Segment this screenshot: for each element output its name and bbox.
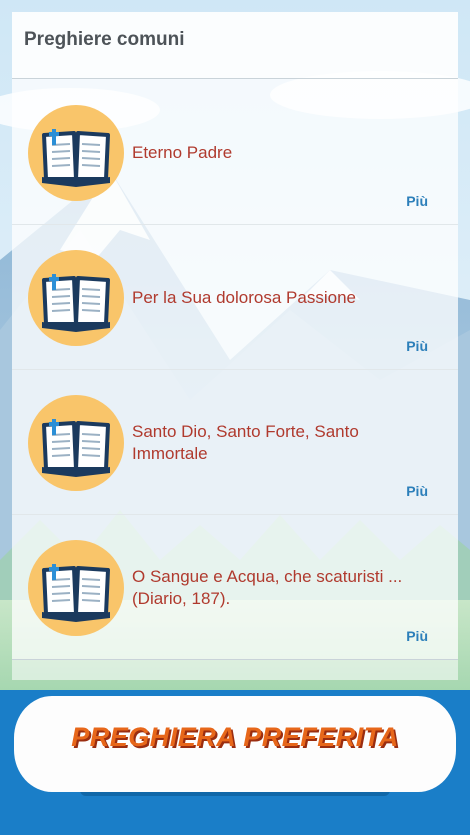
- bible-book-icon: [28, 540, 124, 636]
- more-link[interactable]: Più: [406, 628, 428, 644]
- more-link[interactable]: Più: [406, 483, 428, 499]
- prayer-item-santo-dio[interactable]: Santo Dio, Santo Forte, Santo Immortale …: [12, 369, 458, 515]
- prayer-item-dolorosa-passione[interactable]: Per la Sua dolorosa Passione Più: [12, 224, 458, 370]
- banner-title: PREGHIERA PREFERITA: [71, 722, 399, 752]
- prayer-title: Per la Sua dolorosa Passione: [132, 288, 356, 307]
- prayer-item-sangue-acqua[interactable]: O Sangue e Acqua, che scaturisti ... (Di…: [12, 514, 458, 660]
- page-title: Preghiere comuni: [24, 29, 185, 50]
- more-link[interactable]: Più: [406, 193, 428, 209]
- prayer-title: Santo Dio, Santo Forte, Santo Immortale: [132, 422, 359, 463]
- page-header: Preghiere comuni: [12, 12, 458, 79]
- bible-book-icon: [28, 105, 124, 201]
- prayer-title: Eterno Padre: [132, 143, 233, 162]
- bible-book-icon: [28, 250, 124, 346]
- prayer-title: O Sangue e Acqua, che scaturisti ... (Di…: [132, 567, 403, 608]
- bible-book-icon: [28, 395, 124, 491]
- more-link[interactable]: Più: [406, 338, 428, 354]
- prayer-item-eterno-padre[interactable]: Eterno Padre Più: [12, 79, 458, 225]
